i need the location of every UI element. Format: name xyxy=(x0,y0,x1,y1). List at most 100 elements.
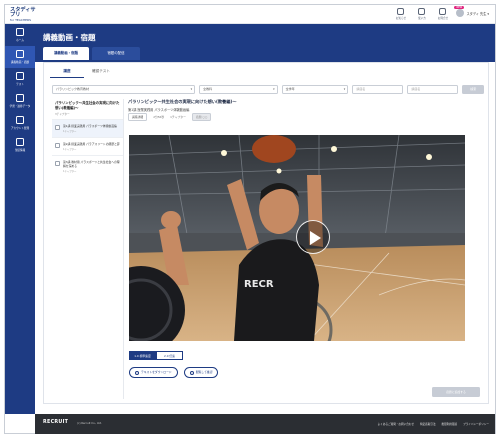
sub-tabs: 講座 確認テスト xyxy=(50,69,118,78)
detail-subtitle: 第1講 授業実践用 パラスポーツ体験動画編 xyxy=(128,108,190,112)
detail-actions: テキストをダウンロード 閲覧して確認 xyxy=(129,367,219,378)
subtab-quiz[interactable]: 確認テスト xyxy=(84,69,118,78)
download-text-button[interactable]: テキストをダウンロード xyxy=(129,367,178,378)
footer-link-privacy[interactable]: プライバシーポリシー xyxy=(463,422,489,426)
bell-icon xyxy=(397,8,405,15)
top-bar: スタディサプリ for TEACHERS お知らせ 使い方 お問合せ NEW ス… xyxy=(5,5,495,24)
grade-select[interactable]: 全教科 ▾ xyxy=(199,85,278,94)
list-item[interactable]: 第1講 授業実践用 パラスポーツ体験動画編 1チャプター xyxy=(52,119,123,138)
preview-button[interactable]: 閲覧して確認 xyxy=(183,367,219,378)
list-item-title: 第3講 教材用 パラスポーツと共生社会への理解を深める xyxy=(63,160,120,169)
speed-normal-button[interactable]: 1.0 標準速度 xyxy=(129,351,156,360)
sidebar-item-accounts[interactable]: アカウント管理 xyxy=(5,112,35,134)
keyword-input[interactable]: 講座名 xyxy=(352,85,404,94)
page-title: 講義動画・宿題 xyxy=(43,33,96,42)
keyword-placeholder: 講座名 xyxy=(356,87,366,91)
add-homework-button[interactable]: 宿題に追加する xyxy=(432,387,480,397)
footer-link-law[interactable]: 特定商取引法 xyxy=(420,422,436,426)
help-button[interactable]: 使い方 xyxy=(414,8,429,20)
top-icons: お知らせ 使い方 お問合せ NEW スタディ 先生 ▾ xyxy=(393,6,489,20)
list-item[interactable]: 第2講 授業実践用 パラアスリートの経歴と夢 1チャプター xyxy=(52,137,123,155)
avatar xyxy=(456,9,465,17)
app-logo[interactable]: スタディサプリ for TEACHERS xyxy=(10,7,40,23)
sidebar-item-students[interactable]: 生徒情報 xyxy=(5,134,35,156)
sidebar: ホーム 講義動画・宿題 テスト 学習・進捗データ アカウント管理 生徒情報 xyxy=(5,24,35,414)
logo-line-2: for TEACHERS xyxy=(10,18,32,22)
home-icon xyxy=(16,28,24,37)
detail-chapters: 1チャプター xyxy=(170,115,186,119)
notification-button[interactable]: お知らせ xyxy=(393,8,408,20)
footer-link-env[interactable]: 推奨利用環境 xyxy=(442,422,458,426)
footer: RECRUIT (c) Recruit Co., Ltd. よくあるご質問・お問… xyxy=(35,414,495,434)
sidebar-item-label: アカウント管理 xyxy=(10,126,30,130)
sidebar-item-label: 講義動画・宿題 xyxy=(10,60,30,64)
sidebar-item-test[interactable]: テスト xyxy=(5,68,35,90)
footer-logo: RECRUIT xyxy=(43,420,69,425)
sidebar-item-label: 学習・進捗データ xyxy=(9,104,31,108)
course-select[interactable]: パラリンピック教育教材 ▾ xyxy=(52,85,196,94)
contact-button[interactable]: お問合せ xyxy=(435,8,450,20)
sidebar-item-label: テスト xyxy=(16,82,24,86)
list-item-sub: 1チャプター xyxy=(63,148,77,152)
content-card: 講座 確認テスト パラリンピック教育教材 ▾ 全教科 ▾ 全学年 ▾ 講座名 講… xyxy=(43,62,489,404)
sidebar-item-label: 生徒情報 xyxy=(14,148,26,152)
chevron-down-icon: ▾ xyxy=(273,87,275,91)
footer-link-faq[interactable]: よくあるご質問・お問い合わせ xyxy=(378,422,414,426)
list-item-title: 第1講 授業実践用 パラスポーツ体験動画編 xyxy=(63,124,117,129)
item-checkbox[interactable] xyxy=(55,143,60,149)
list-header: パラリンピック～共生社会の実現に向けた想い(教養編)～ xyxy=(55,101,120,110)
keyword-placeholder-2: 講座名 xyxy=(411,87,421,91)
footer-links: よくあるご質問・お問い合わせ 特定商取引法 推奨利用環境 プライバシーポリシー xyxy=(378,422,489,426)
detail-tag[interactable]: 宿題 ○○ xyxy=(191,113,212,121)
mail-icon xyxy=(439,8,447,15)
tab-homework[interactable]: 宿題の配信 xyxy=(92,47,140,60)
notification-label: お知らせ xyxy=(395,17,407,20)
help-label: 使い方 xyxy=(418,17,426,20)
help-icon xyxy=(418,8,426,15)
speed-toggle: 1.0 標準速度 2.0 倍速 xyxy=(129,351,183,360)
list-item-sub: 1チャプター xyxy=(63,170,77,174)
lecture-detail: パラリンピック～共生社会の実現に向けた想い(教養編)～ 第1講 授業実践用 パラ… xyxy=(128,99,484,399)
chevron-down-icon: ▾ xyxy=(190,87,193,91)
play-button[interactable] xyxy=(296,220,330,254)
play-icon xyxy=(310,231,321,245)
sidebar-item-progress[interactable]: 学習・進捗データ xyxy=(5,90,35,112)
sidebar-item-label: ホーム xyxy=(16,38,24,42)
filter-bar: パラリンピック教育教材 ▾ 全教科 ▾ 全学年 ▾ 講座名 講座名 検索 xyxy=(52,85,484,94)
app-frame: スタディサプリ for TEACHERS お知らせ 使い方 お問合せ NEW ス… xyxy=(4,4,496,434)
download-icon xyxy=(135,370,139,375)
lecture-list: パラリンピック～共生社会の実現に向けた想い(教養編)～ 3チャプター 第1講 授… xyxy=(52,99,124,399)
subject-select[interactable]: 全学年 ▾ xyxy=(281,85,349,94)
eye-icon xyxy=(189,370,194,375)
item-checkbox[interactable] xyxy=(55,125,60,131)
video-player[interactable]: RECR xyxy=(129,135,465,341)
book-icon xyxy=(16,50,24,59)
item-checkbox[interactable] xyxy=(55,161,60,167)
person-icon xyxy=(16,138,24,147)
sidebar-item-lectures[interactable]: 講義動画・宿題 xyxy=(5,46,35,68)
footer-copyright: (c) Recruit Co., Ltd. xyxy=(77,422,103,425)
preview-label: 閲覧して確認 xyxy=(195,370,213,374)
list-meta: 3チャプター xyxy=(55,113,70,117)
subtab-course[interactable]: 講座 xyxy=(50,69,84,78)
sidebar-item-home[interactable]: ホーム xyxy=(5,24,35,46)
users-icon xyxy=(16,116,24,125)
contact-label: お問合せ xyxy=(437,17,449,20)
page-header: 講義動画・宿題 講義動画・宿題 宿題の配信 xyxy=(35,24,495,62)
detail-meta: 講座詳細 2分56秒 1チャプター 宿題 ○○ xyxy=(128,113,212,121)
chart-icon xyxy=(16,94,24,103)
detail-meta-label: 講座詳細 xyxy=(128,113,148,121)
subject-select-value: 全学年 xyxy=(285,87,295,91)
user-menu[interactable]: NEW スタディ 先生 ▾ xyxy=(454,6,489,17)
keyword-input-2[interactable]: 講座名 xyxy=(407,85,459,94)
user-name: スタディ 先生 ▾ xyxy=(466,11,489,16)
list-item[interactable]: 第3講 教材用 パラスポーツと共生社会への理解を深める 1チャプター xyxy=(52,155,123,177)
download-text-label: テキストをダウンロード xyxy=(141,370,172,374)
course-select-value: パラリンピック教育教材 xyxy=(56,87,90,91)
list-item-sub: 1チャプター xyxy=(63,130,77,134)
chevron-down-icon: ▾ xyxy=(343,87,346,91)
detail-title: パラリンピック～共生社会の実現に向けた想い(教養編)～ xyxy=(128,99,237,104)
tab-lectures[interactable]: 講義動画・宿題 xyxy=(43,47,89,60)
speed-fast-button[interactable]: 2.0 倍速 xyxy=(156,351,183,360)
search-button[interactable]: 検索 xyxy=(462,85,484,94)
